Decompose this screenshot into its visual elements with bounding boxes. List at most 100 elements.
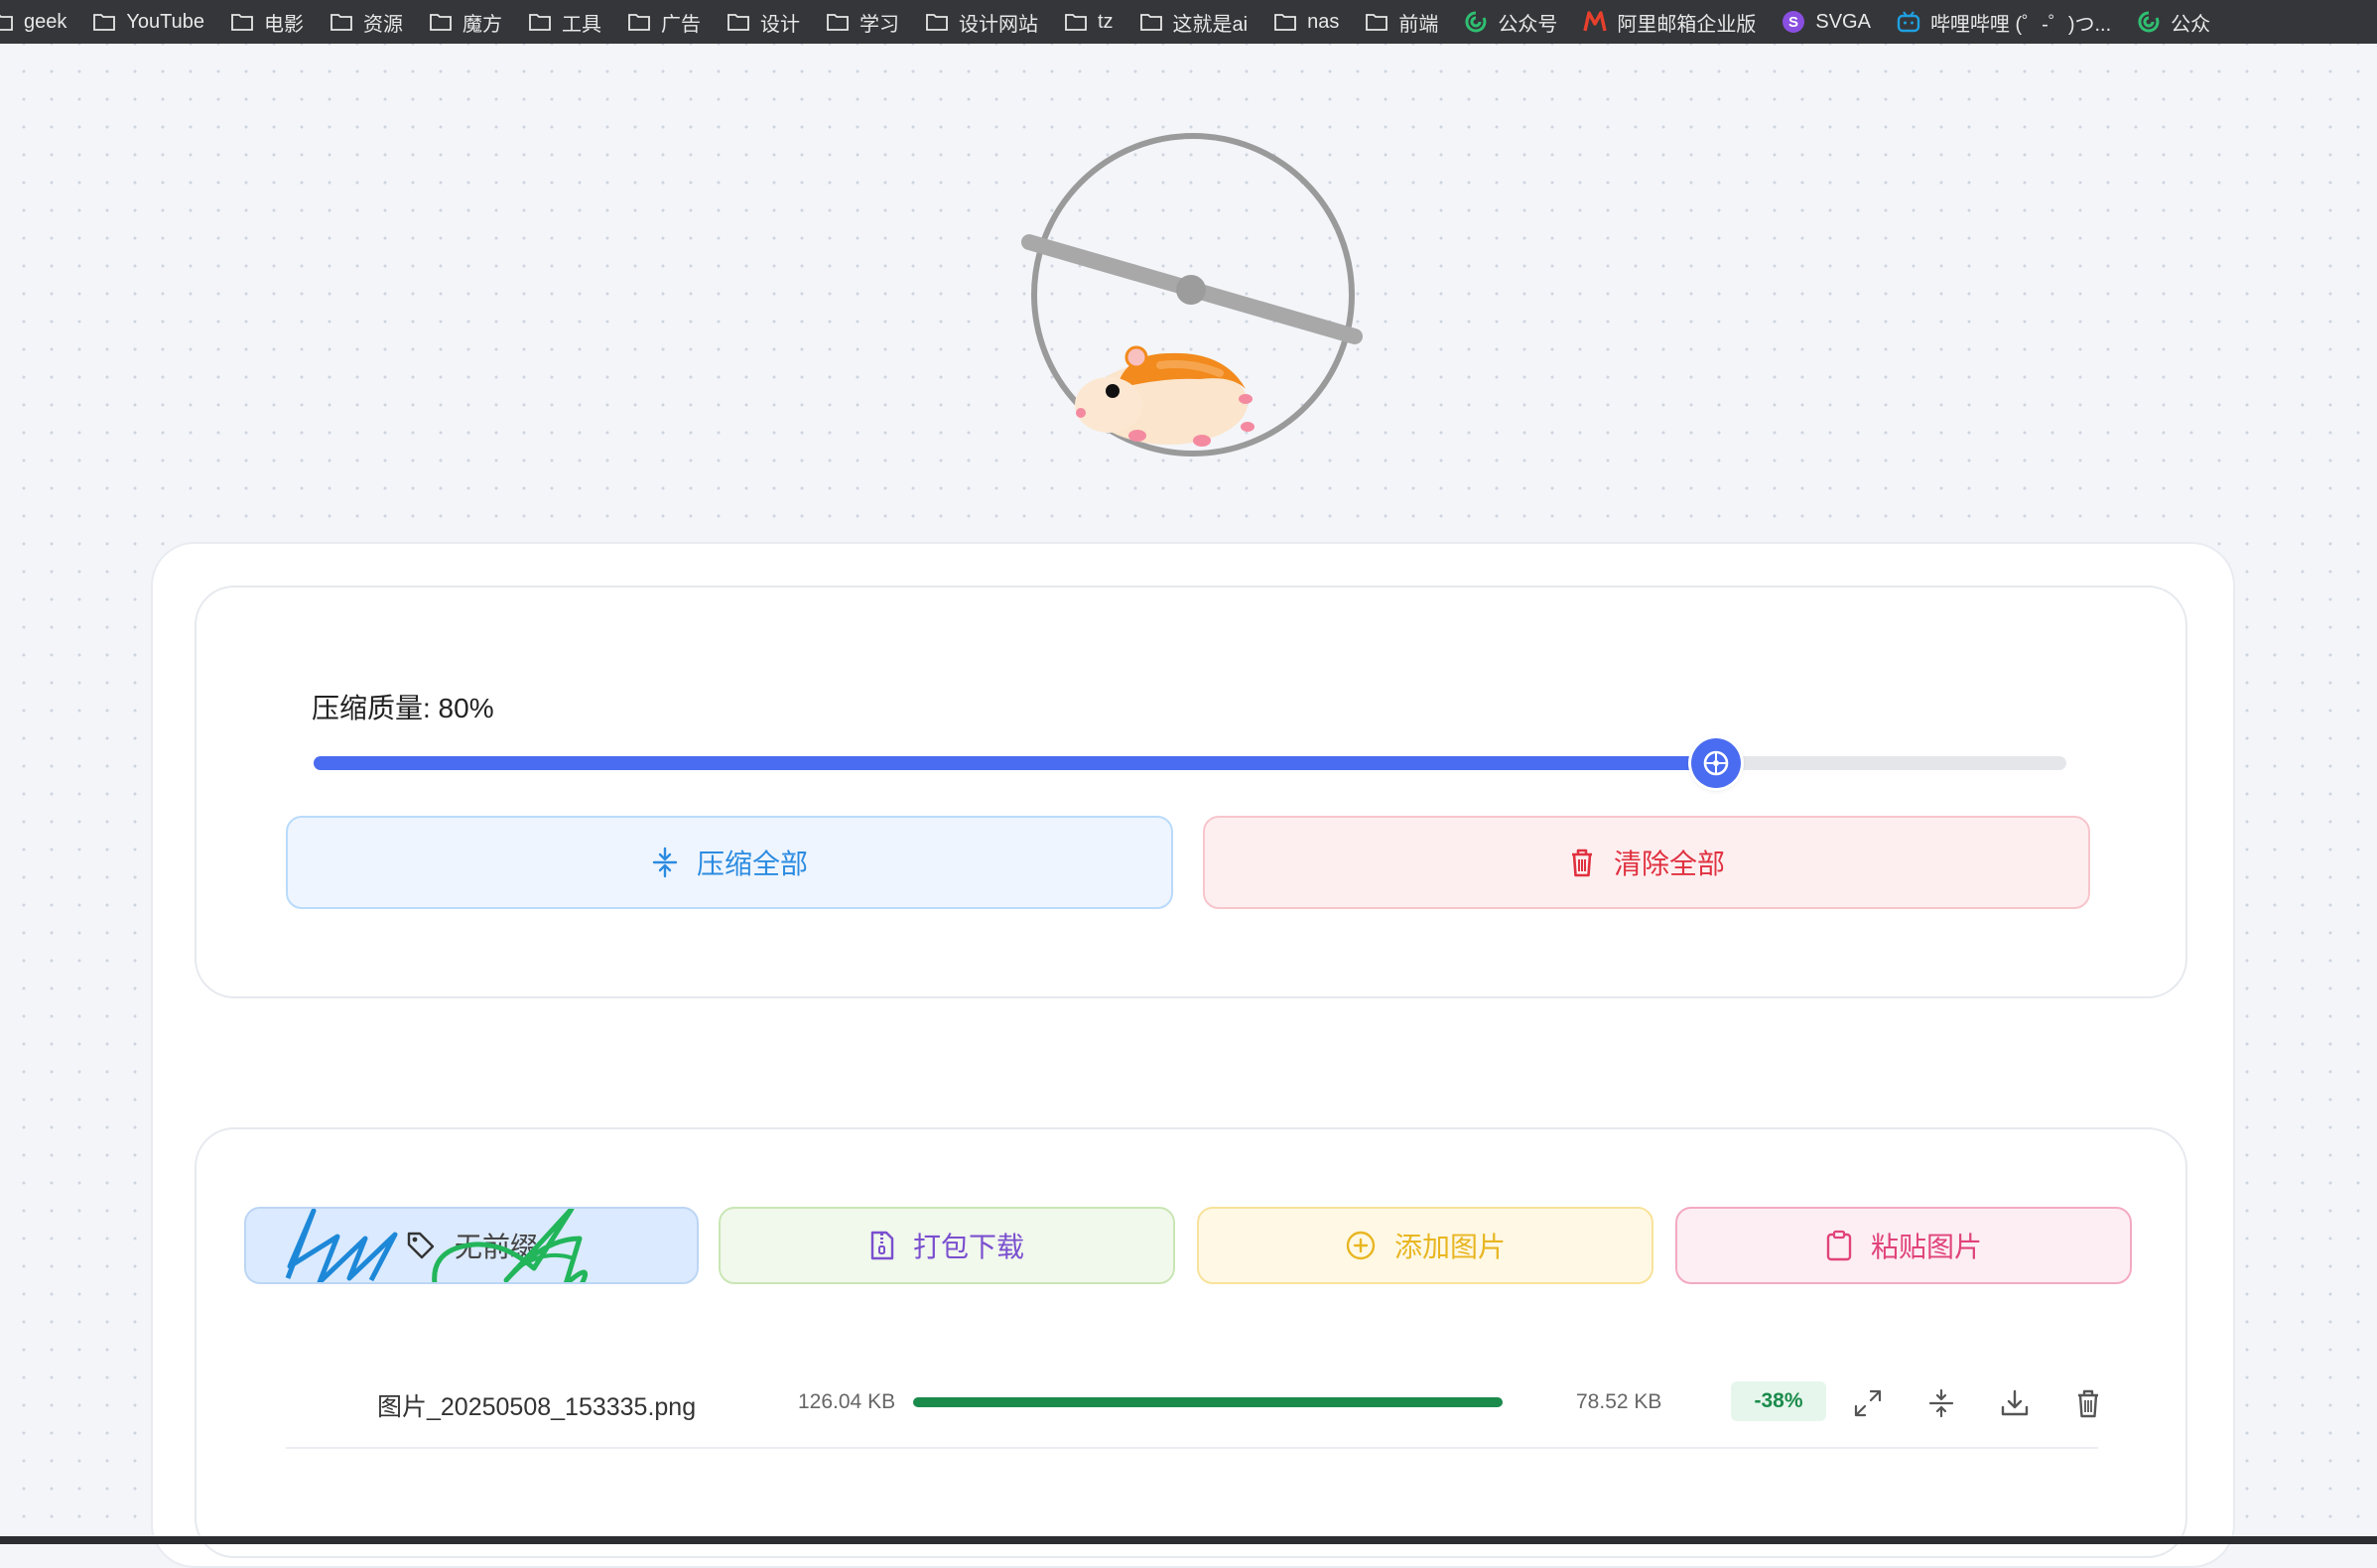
- compress-icon: [1928, 1388, 1954, 1418]
- folder-icon: [1273, 10, 1297, 34]
- original-size: 126.04 KB: [798, 1390, 896, 1413]
- bookmark-alimail[interactable]: 阿里邮箱企业版: [1583, 8, 1756, 37]
- clear-all-button[interactable]: 清除全部: [1203, 816, 2090, 909]
- reduction-badge: -38%: [1731, 1381, 1826, 1421]
- delete-file-button[interactable]: [2068, 1383, 2108, 1423]
- preview-button[interactable]: [1848, 1383, 1888, 1423]
- paste-image-button[interactable]: 粘贴图片: [1675, 1207, 2132, 1284]
- svga-icon: S: [1782, 10, 1805, 34]
- bookmark-cube[interactable]: 魔方: [429, 8, 502, 37]
- bookmark-label: 学习: [858, 13, 899, 36]
- bookmark-label: 魔方: [462, 13, 502, 36]
- clipboard-icon: [1826, 1230, 1852, 1261]
- compress-all-button[interactable]: 压缩全部: [286, 816, 1173, 909]
- bookmark-tz[interactable]: tz: [1064, 10, 1114, 34]
- folder-icon: [330, 10, 353, 34]
- mail-icon: [1583, 10, 1608, 34]
- bookmark-wechat-2[interactable]: 公众: [2137, 8, 2210, 37]
- bookmark-youtube[interactable]: YouTube: [92, 10, 204, 34]
- no-prefix-button[interactable]: 无前缀: [244, 1207, 699, 1284]
- paste-image-label: 粘贴图片: [1870, 1232, 1982, 1262]
- bookmark-ads[interactable]: 广告: [627, 8, 701, 37]
- bilibili-icon: [1897, 10, 1920, 34]
- bookmarks-bar: geek YouTube 电影 资源 魔方 工具 广告 设计 学习 设计网站 t…: [0, 0, 2377, 44]
- main-panel: 压缩质量: 80% 压缩全部 清除全部 无前缀 打包下载 添加图片 粘贴图片 图…: [151, 542, 2235, 1568]
- bookmark-study[interactable]: 学习: [826, 8, 899, 37]
- bookmark-label: 阿里邮箱企业版: [1617, 13, 1757, 36]
- file-name: 图片_20250508_153335.png: [377, 1393, 697, 1421]
- bookmark-label: 电影: [263, 13, 304, 36]
- bookmark-bilibili[interactable]: 哔哩哔哩 (゜-゜)つ...: [1897, 8, 2111, 37]
- folder-icon: [230, 10, 254, 34]
- bookmark-label: SVGA: [1815, 10, 1871, 33]
- slider-fill: [314, 756, 1716, 770]
- hamster-wheel-illustration: [1021, 133, 1363, 457]
- bookmark-geek[interactable]: geek: [0, 10, 66, 34]
- folder-icon: [429, 10, 453, 34]
- folder-icon: [528, 10, 552, 34]
- folder-icon: [627, 10, 651, 34]
- settings-card: 压缩质量: 80% 压缩全部 清除全部: [195, 586, 2187, 998]
- bookmark-label: tz: [1097, 10, 1114, 33]
- compress-file-button[interactable]: [1921, 1383, 1961, 1423]
- wechat-icon: [2137, 10, 2161, 34]
- plus-circle-icon: [1346, 1231, 1376, 1260]
- bookmark-ai[interactable]: 这就是ai: [1139, 8, 1249, 37]
- bookmark-design-sites[interactable]: 设计网站: [925, 8, 1038, 37]
- svg-text:S: S: [1788, 14, 1798, 31]
- folder-icon: [925, 10, 949, 34]
- zip-download-label: 打包下载: [912, 1232, 1024, 1262]
- bookmark-label: 工具: [561, 13, 601, 36]
- trash-icon: [1571, 849, 1592, 877]
- bookmark-frontend[interactable]: 前端: [1365, 8, 1438, 37]
- compress-all-label: 压缩全部: [696, 849, 808, 879]
- folder-icon: [92, 10, 116, 34]
- wechat-icon: [1464, 10, 1488, 34]
- zip-download-button[interactable]: 打包下载: [719, 1207, 1175, 1284]
- compress-icon: [652, 847, 678, 878]
- bookmark-label: 这就是ai: [1172, 13, 1249, 36]
- folder-icon: [726, 10, 750, 34]
- folder-icon: [826, 10, 850, 34]
- hamster-icon: [1075, 345, 1255, 447]
- quality-slider[interactable]: [314, 738, 2066, 788]
- bookmark-label: geek: [24, 10, 67, 33]
- compressed-size: 78.52 KB: [1576, 1390, 1662, 1413]
- bookmark-label: 公众号: [1498, 13, 1558, 36]
- download-icon: [2001, 1389, 2029, 1416]
- clear-all-label: 清除全部: [1613, 849, 1725, 879]
- bookmark-nas[interactable]: nas: [1273, 10, 1339, 34]
- add-image-label: 添加图片: [1393, 1232, 1506, 1262]
- bookmark-label: 公众: [2171, 13, 2211, 36]
- download-file-button[interactable]: [1995, 1383, 2035, 1423]
- no-prefix-label: 无前缀: [454, 1232, 538, 1262]
- bookmark-tools[interactable]: 工具: [528, 8, 601, 37]
- zip-file-icon: [870, 1231, 894, 1260]
- folder-icon: [1365, 10, 1388, 34]
- bookmark-resources[interactable]: 资源: [330, 8, 403, 37]
- add-image-button[interactable]: 添加图片: [1197, 1207, 1653, 1284]
- trash-icon: [2078, 1389, 2098, 1418]
- folder-icon: [0, 10, 14, 34]
- folder-icon: [1064, 10, 1088, 34]
- wheel-icon: [1703, 750, 1729, 776]
- folder-icon: [1139, 10, 1163, 34]
- bookmark-label: 前端: [1398, 13, 1439, 36]
- bookmark-svga[interactable]: S SVGA: [1782, 10, 1871, 34]
- expand-icon: [1854, 1389, 1882, 1417]
- bookmark-label: 哔哩哔哩 (゜-゜)つ...: [1929, 13, 2112, 36]
- bookmark-design[interactable]: 设计: [726, 8, 800, 37]
- tag-icon: [407, 1232, 435, 1259]
- window-bottom-edge: [0, 1536, 2377, 1544]
- bookmark-movies[interactable]: 电影: [230, 8, 304, 37]
- bookmark-label: 设计网站: [958, 13, 1038, 36]
- files-card: 无前缀 打包下载 添加图片 粘贴图片 图片_20250508_153335.pn…: [195, 1127, 2187, 1558]
- bookmark-label: nas: [1307, 10, 1340, 33]
- quality-label: 压缩质量: 80%: [312, 693, 494, 723]
- file-row: 图片_20250508_153335.png 126.04 KB 78.52 K…: [286, 1358, 2098, 1449]
- bookmark-wechat[interactable]: 公众号: [1464, 8, 1557, 37]
- slider-thumb[interactable]: [1690, 738, 1741, 788]
- bookmark-label: 广告: [660, 13, 701, 36]
- compression-progress: [913, 1397, 1503, 1407]
- app-page: 压缩质量: 80% 压缩全部 清除全部 无前缀 打包下载 添加图片 粘贴图片 图…: [0, 44, 2377, 1568]
